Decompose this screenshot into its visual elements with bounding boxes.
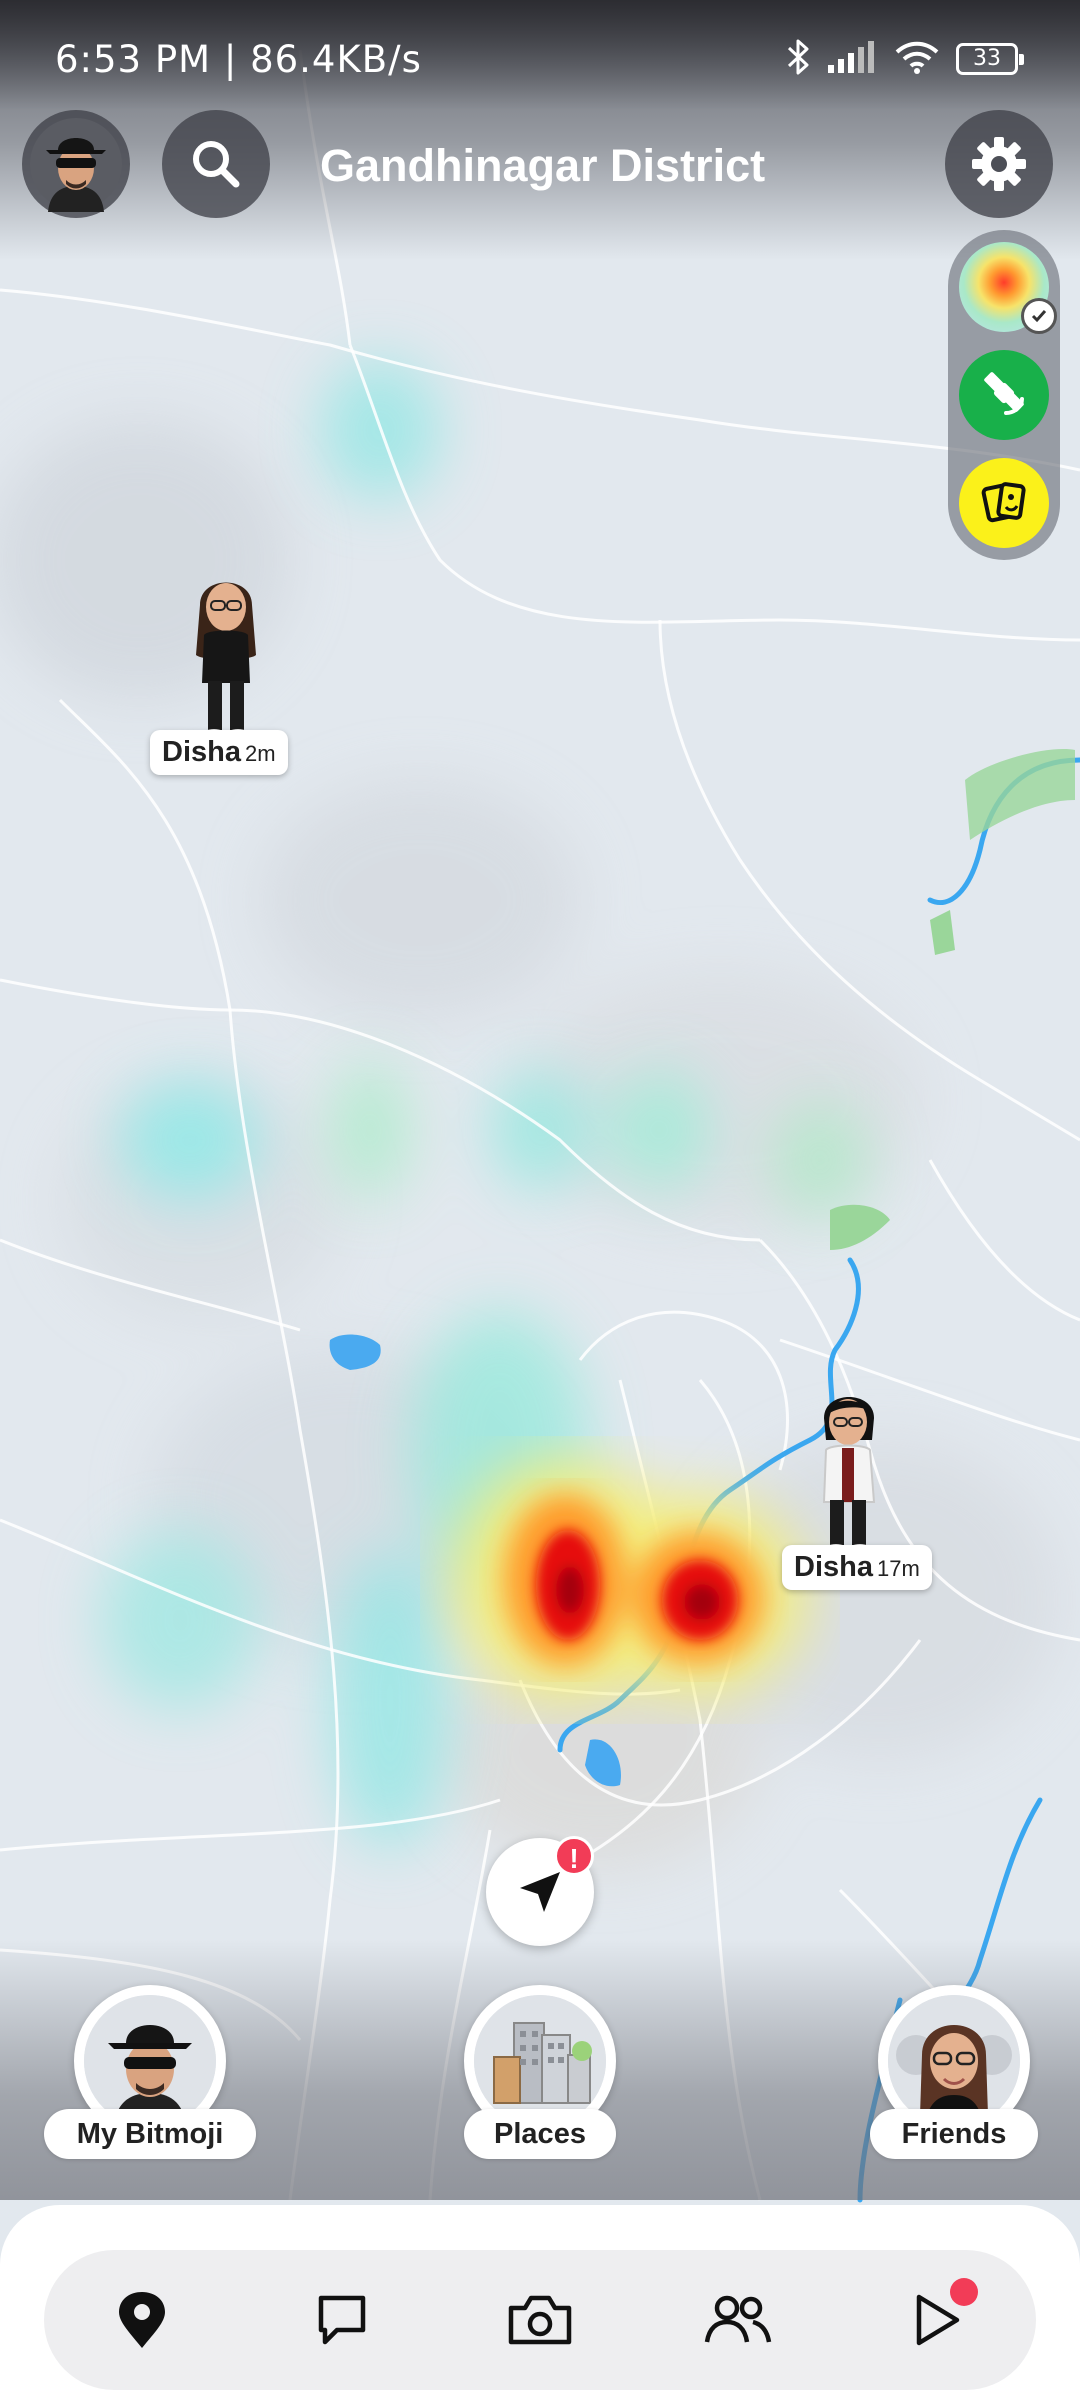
gear-icon [972,137,1026,191]
satellite-icon [984,372,1024,415]
nav-map-tab[interactable] [92,2270,192,2370]
signal-icon [828,41,878,77]
my-bitmoji-avatar-icon [84,1995,216,2127]
status-icons: 33 [786,38,1024,80]
friend-name: Disha [794,1551,873,1583]
friend-last-seen: 17m [876,1556,920,1581]
my-bitmoji-label: My Bitmoji [44,2109,256,2159]
people-icon [704,2295,772,2343]
friend-label: Disha 2m [150,730,288,775]
wifi-icon [894,39,940,79]
settings-button[interactable] [945,110,1053,218]
friends-label: Friends [870,2109,1038,2159]
search-icon [193,141,240,188]
search-button[interactable] [162,110,270,218]
friend-label: Disha 17m [782,1545,932,1590]
buildings-icon [474,1995,606,2127]
check-icon [1021,298,1057,334]
bitmoji-avatar-icon [30,118,122,212]
satellite-layer-button[interactable] [959,350,1049,440]
bluetooth-icon [786,38,812,80]
nav-chat-tab[interactable] [292,2270,392,2370]
nav-camera-tab[interactable] [490,2270,590,2370]
alert-badge: ! [554,1836,594,1876]
battery-icon: 33 [956,43,1024,75]
map-location-title: Gandhinagar District [320,140,766,191]
location-arrow-icon [520,1872,560,1912]
friend-name: Disha [162,736,241,768]
friend-last-seen: 2m [244,741,276,766]
status-bar: 6:53 PM | 86.4KB/s 33 [0,0,1080,110]
camera-icon [508,2295,572,2345]
chat-icon [318,2295,366,2345]
memories-layer-button[interactable] [959,458,1049,548]
map-layers-rail [948,230,1060,560]
friend-bitmoji-icon [822,1397,876,1556]
memories-cards-icon [981,482,1026,523]
status-time: 6:53 PM | 86.4KB/s [55,38,422,81]
friend-bitmoji-icon [196,582,256,741]
places-label: Places [464,2109,616,2159]
profile-avatar-button[interactable] [22,110,130,218]
map-pin-icon [119,2292,165,2348]
heatmap-layer-button[interactable] [959,242,1057,334]
nav-friends-tab[interactable] [688,2270,788,2370]
notification-dot [950,2278,978,2306]
friend-avatar-icon [888,1995,1020,2127]
